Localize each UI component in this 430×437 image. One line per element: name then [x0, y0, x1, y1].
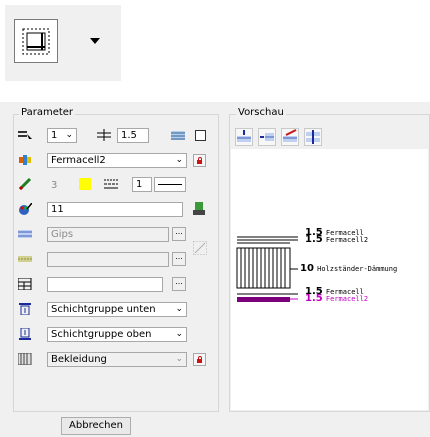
hatch-toggle-icon [171, 131, 185, 140]
cladding-icon [18, 353, 32, 365]
category-value: Bekleidung [51, 354, 107, 365]
chevron-down-icon: ⌄ [175, 304, 183, 314]
linetype-input[interactable]: 1 [132, 177, 152, 192]
disabled-tool-icon [193, 241, 207, 255]
layer-insert-right-button[interactable] [258, 128, 276, 146]
insert-above-icon [237, 130, 251, 142]
preview-label-2-value: 1.5 [305, 234, 323, 245]
color-input[interactable]: 11 [47, 202, 183, 217]
layer-delete-button[interactable] [281, 128, 299, 146]
group-below-select[interactable]: Schichtgruppe unten ⌄ [47, 302, 187, 317]
preview-label-2: 1.5 Fermacell2 [305, 235, 368, 245]
layer-swap-button[interactable] [304, 128, 322, 146]
linetype-icon [104, 179, 118, 189]
preview-label-3: 10 Holzständer-Dämmung [300, 264, 397, 274]
color-palette-icon [19, 203, 32, 215]
layer-insert-above-button[interactable] [235, 128, 253, 146]
preview-label-5-value: 1.5 [305, 293, 323, 304]
swap-layer-icon [306, 130, 320, 144]
pattern-input[interactable] [47, 252, 169, 267]
hatch-input[interactable]: Gips [47, 227, 169, 242]
layer-structure-button[interactable] [14, 19, 58, 63]
cancel-button[interactable]: Abbrechen [61, 417, 131, 435]
thickness-input[interactable]: 1.5 [117, 128, 149, 143]
preview-label-5-name: Fermacell2 [325, 295, 369, 303]
line-preview [158, 184, 182, 185]
field-input[interactable] [47, 277, 163, 292]
chevron-down-icon: ⌄ [175, 329, 183, 339]
chevron-down-icon: ⌄ [65, 130, 73, 140]
preview-label-3-name: Holzständer-Dämmung [317, 265, 398, 273]
pen-value: 3 [51, 180, 58, 191]
preview-label-5: 1.5 Fermacell2 [305, 294, 368, 304]
pattern-icon [18, 256, 32, 262]
pattern-browse-button[interactable]: ... [172, 252, 186, 266]
hatch-checkbox[interactable] [195, 130, 206, 141]
chevron-down-icon[interactable] [90, 38, 100, 44]
layer-priority-icon[interactable] [192, 202, 206, 216]
preview-group-title: Vorschau [236, 107, 286, 118]
material-select-value: Fermacell2 [51, 155, 106, 166]
insert-right-icon [260, 133, 274, 141]
layer-structure-icon [22, 28, 50, 55]
field-browse-button[interactable]: ... [172, 277, 186, 291]
chevron-down-icon: ⌄ [175, 354, 183, 364]
preview-label-3-value: 10 [300, 263, 314, 274]
hatch-browse-button[interactable]: ... [172, 227, 186, 241]
parameter-group-title: Parameter [19, 107, 76, 118]
grid-icon [18, 278, 32, 290]
hatch-pattern-icon [18, 230, 32, 238]
layer-group-below-icon [19, 303, 31, 315]
lock-icon[interactable] [193, 154, 206, 167]
preview-label-2-name: Fermacell2 [325, 236, 369, 244]
yellow-swatch [79, 178, 91, 190]
material-select[interactable]: Fermacell2 ⌄ [47, 153, 187, 168]
chevron-down-icon: ⌄ [175, 155, 183, 165]
linetype-select[interactable] [154, 177, 186, 192]
delete-layer-icon [283, 129, 297, 142]
group-above-value: Schichtgruppe oben [51, 329, 152, 340]
group-below-value: Schichtgruppe unten [51, 304, 156, 315]
group-above-select[interactable]: Schichtgruppe oben ⌄ [47, 327, 187, 342]
pen-select-icon [18, 131, 32, 139]
color-swatch-yellow[interactable] [79, 178, 91, 190]
material-icon [19, 155, 31, 165]
pen-select-value: 1 [51, 130, 58, 141]
pencil-icon [18, 178, 32, 190]
thickness-icon [97, 129, 111, 141]
lock-icon[interactable] [193, 353, 206, 366]
layer-group-above-icon [19, 328, 31, 340]
category-select[interactable]: Bekleidung ⌄ [47, 352, 187, 367]
pen-select[interactable]: 1 ⌄ [47, 128, 77, 143]
layer-dialog: Parameter 1 ⌄ 1.5 Fermacell2 ⌄ 3 1 11 Gips… [0, 102, 430, 437]
